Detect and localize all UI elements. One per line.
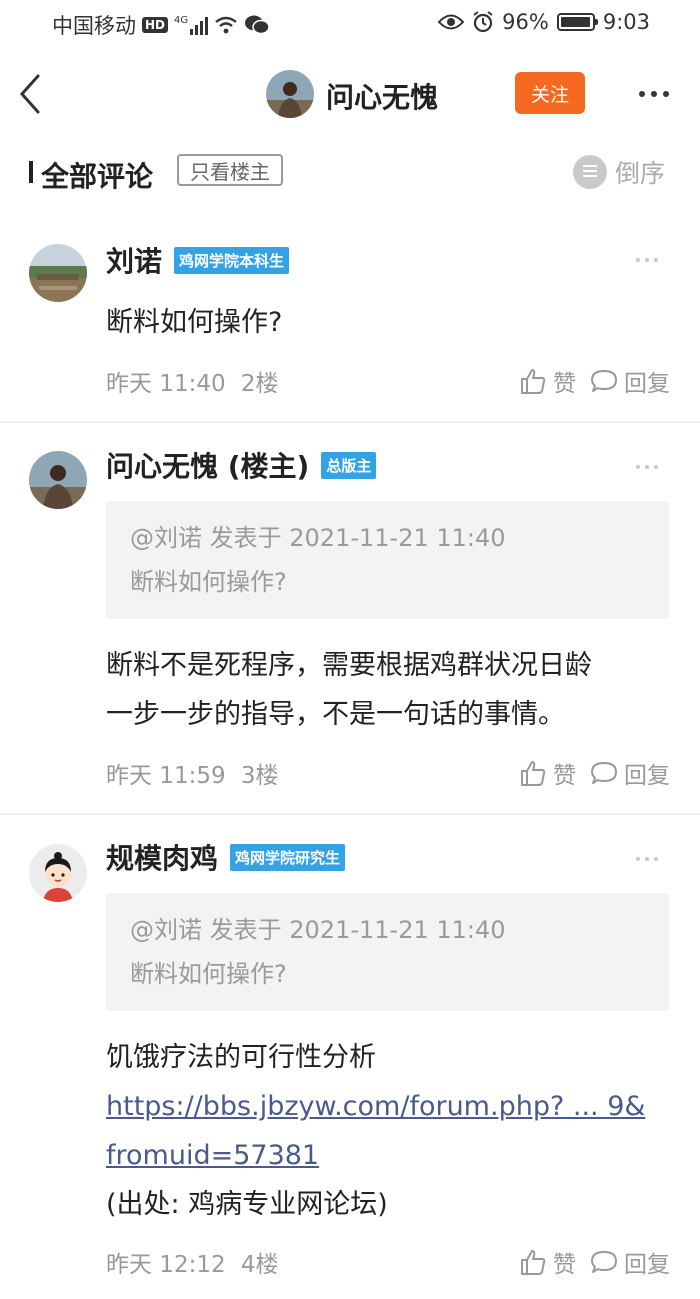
reverse-sort-button[interactable]: 倒序 [573, 154, 665, 190]
chevron-left-icon [19, 74, 40, 114]
more-options-button[interactable] [630, 76, 678, 112]
reply-label: 回复 [624, 1252, 670, 1278]
author-line: 规模肉鸡 鸡网学院研究生 [106, 837, 346, 877]
reply-label: 回复 [624, 763, 670, 789]
clock-time: 9:03 [602, 10, 650, 34]
comment-bubble-icon [591, 762, 617, 784]
floor-number: 3楼 [240, 763, 279, 789]
comment-actions: 赞 回复 [519, 1245, 670, 1279]
forum-link-continued[interactable]: fromuid=57381 [106, 1131, 645, 1180]
user-rank-badge: 鸡网学院本科生 [174, 246, 290, 274]
comment-menu-button[interactable] [636, 258, 658, 262]
reply-button[interactable]: 回复 [590, 756, 670, 790]
like-label: 赞 [553, 371, 576, 397]
user-rank-badge: 鸡网学院研究生 [230, 843, 346, 871]
thumbs-up-icon [521, 761, 546, 786]
comment-bubble-icon [591, 370, 617, 392]
comment-item: 问心无愧 (楼主) 总版主 @刘诺 发表于 2021-11-21 11:40 断… [0, 423, 700, 815]
cartoon-avatar [29, 844, 87, 902]
avatar[interactable] [29, 844, 87, 902]
wechat-icon [245, 15, 270, 35]
comment-text-line: 一步一步的指导，不是一句话的事情。 [106, 699, 565, 730]
author-name[interactable]: 刘诺 [106, 240, 162, 280]
comment-actions: 赞 回复 [519, 756, 670, 790]
section-marker [29, 161, 33, 183]
back-button[interactable] [14, 72, 54, 116]
comment-bubble-icon [591, 1251, 617, 1273]
avatar[interactable] [29, 244, 87, 302]
quote-text: 断料如何操作? [130, 960, 287, 988]
section-title: 全部评论 [41, 160, 154, 193]
farm-photo [29, 244, 87, 302]
post-time: 昨天 11:40 [106, 371, 226, 397]
quote-text: 断料如何操作? [130, 568, 287, 596]
only-op-filter-button[interactable]: 只看楼主 [177, 154, 283, 186]
wifi-icon [215, 16, 237, 34]
comment-text: 断料不是死程序，需要根据鸡群状况日龄 一步一步的指导，不是一句话的事情。 [106, 641, 592, 739]
hd-badge: HD [142, 17, 169, 33]
reply-label: 回复 [624, 371, 670, 397]
eye-icon [438, 14, 465, 30]
like-label: 赞 [553, 763, 576, 789]
like-label: 赞 [553, 1252, 576, 1278]
source-text: (出处: 鸡病专业网论坛) [106, 1189, 388, 1220]
quote-header: @刘诺 发表于 2021-11-21 11:40 [130, 524, 506, 552]
like-button[interactable]: 赞 [519, 1245, 576, 1279]
battery-percent: 96% [502, 10, 549, 34]
author-line: 问心无愧 (楼主) 总版主 [106, 445, 377, 485]
follow-button[interactable]: 关注 [515, 72, 585, 114]
comment-text-line: 饥饿疗法的可行性分析 [106, 1042, 376, 1073]
comment-meta: 昨天 12:12 4楼 [106, 1245, 279, 1279]
thumbs-up-icon [521, 1250, 546, 1275]
comments-header: 全部评论 只看楼主 倒序 [0, 148, 700, 198]
author-line: 刘诺 鸡网学院本科生 [106, 240, 290, 280]
network-type: 4G [174, 15, 189, 26]
post-time: 昨天 11:59 [106, 763, 226, 789]
quoted-comment[interactable]: @刘诺 发表于 2021-11-21 11:40 断料如何操作? [106, 501, 669, 619]
floor-number: 4楼 [240, 1252, 279, 1278]
comment-menu-button[interactable] [636, 465, 658, 469]
forum-link[interactable]: https://bbs.jbzyw.com/forum.php? ... 9& [106, 1082, 645, 1131]
quoted-comment[interactable]: @刘诺 发表于 2021-11-21 11:40 断料如何操作? [106, 893, 669, 1011]
post-time: 昨天 12:12 [106, 1252, 226, 1278]
avatar[interactable] [29, 451, 87, 509]
person-photo [266, 70, 314, 118]
carrier-name: 中国移动 [52, 14, 136, 38]
comment-meta: 昨天 11:40 2楼 [106, 364, 279, 398]
like-button[interactable]: 赞 [519, 756, 576, 790]
author-name[interactable]: 问心无愧 (楼主) [106, 445, 309, 485]
reply-button[interactable]: 回复 [590, 1245, 670, 1279]
comment-menu-button[interactable] [636, 857, 658, 861]
comment-meta: 昨天 11:59 3楼 [106, 756, 279, 790]
user-rank-badge: 总版主 [321, 451, 377, 479]
comment-actions: 赞 回复 [519, 364, 670, 398]
quote-header: @刘诺 发表于 2021-11-21 11:40 [130, 916, 506, 944]
comment-text-line: 断料不是死程序，需要根据鸡群状况日龄 [106, 650, 592, 681]
status-bar: 中国移动 HD 4G 96% 9:03 [0, 0, 700, 48]
alarm-icon [473, 11, 493, 33]
thumbs-up-icon [521, 369, 546, 394]
author-avatar[interactable] [266, 70, 314, 118]
author-name[interactable]: 规模肉鸡 [106, 837, 218, 877]
like-button[interactable]: 赞 [519, 364, 576, 398]
battery-fill [560, 17, 590, 27]
floor-number: 2楼 [240, 371, 279, 397]
comment-item: 刘诺 鸡网学院本科生 断料如何操作? 昨天 11:40 2楼 赞 回复 [0, 228, 700, 422]
sort-icon [573, 155, 607, 189]
comment-text: 断料如何操作? [106, 307, 283, 338]
sort-label: 倒序 [615, 159, 666, 188]
battery-icon [556, 13, 598, 31]
comment-text: 饥饿疗法的可行性分析 https://bbs.jbzyw.com/forum.p… [106, 1033, 645, 1229]
more-dots-icon [639, 91, 645, 97]
person-photo [29, 451, 87, 509]
reply-button[interactable]: 回复 [590, 364, 670, 398]
comment-item: 规模肉鸡 鸡网学院研究生 @刘诺 发表于 2021-11-21 11:40 断料… [0, 815, 700, 1299]
page-title: 问心无愧 [326, 81, 439, 114]
signal-icon: 4G [174, 15, 209, 35]
nav-bar: 问心无愧 关注 [0, 60, 700, 130]
